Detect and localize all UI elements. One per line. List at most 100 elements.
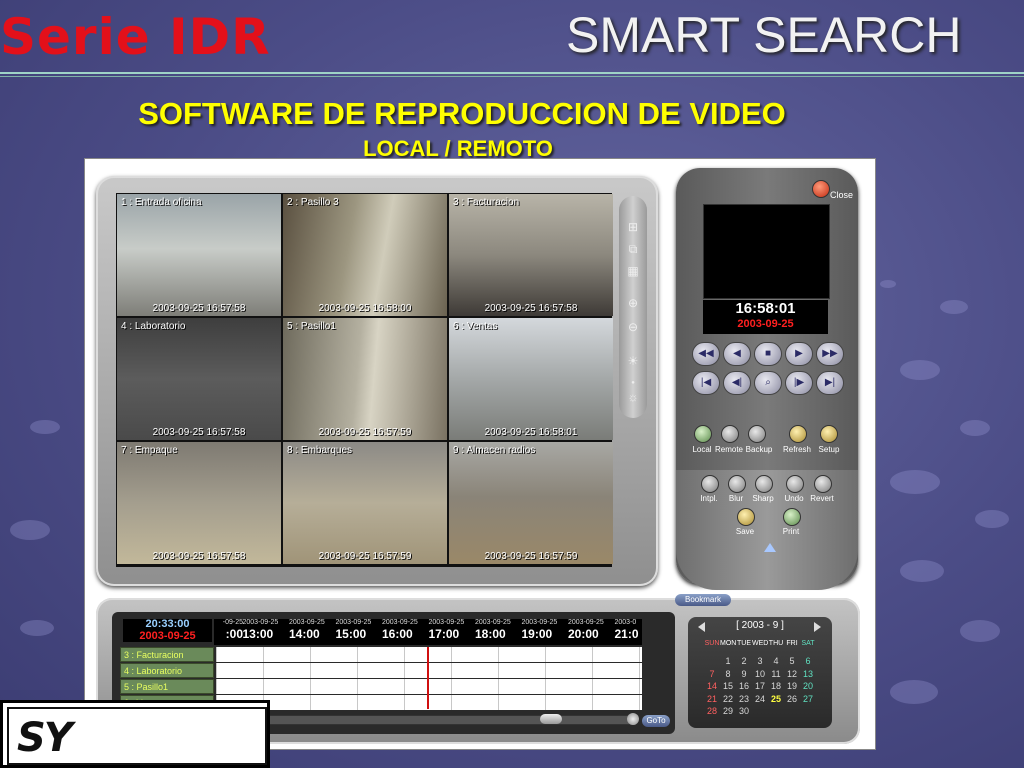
- timeline-channel-label[interactable]: 5 : Pasillo1: [120, 679, 214, 694]
- calendar-day[interactable]: 4: [768, 655, 784, 668]
- step-forward-button[interactable]: |▶: [785, 371, 813, 395]
- grid-layout-icon[interactable]: ⊞: [624, 218, 642, 236]
- camera-tile[interactable]: 6 : Ventas 2003-09-25 16:58:01: [449, 318, 613, 440]
- calendar-day[interactable]: 29: [720, 705, 736, 718]
- search-button[interactable]: ⌕: [754, 371, 782, 395]
- timeline-track[interactable]: [216, 679, 642, 694]
- bg-dot: [10, 520, 50, 540]
- remote-button[interactable]: [721, 425, 739, 443]
- scroll-right-button[interactable]: [627, 713, 639, 725]
- timeline-track[interactable]: [216, 695, 642, 710]
- calendar-day[interactable]: 18: [768, 680, 784, 693]
- go-to-end-button[interactable]: ▶|: [816, 371, 844, 395]
- calendar-day[interactable]: 8: [720, 668, 736, 681]
- quad-layout-icon[interactable]: ▦: [624, 262, 642, 280]
- camera-label: 6 : Ventas: [453, 321, 498, 332]
- timeline-hour-date: 2003-09-25: [568, 619, 604, 626]
- camera-feed-image: [283, 442, 447, 564]
- calendar-day[interactable]: 11: [768, 668, 784, 681]
- camera-tile[interactable]: 7 : Empaque 2003-09-25 16:57:58: [117, 442, 281, 564]
- calendar-day[interactable]: 28: [704, 705, 720, 718]
- step-back-button[interactable]: ◀|: [723, 371, 751, 395]
- timeline-row[interactable]: 3 : Facturacion: [120, 647, 642, 662]
- calendar-day: [800, 705, 816, 718]
- rewind-button[interactable]: ◀: [723, 342, 751, 366]
- calendar-day[interactable]: 17: [752, 680, 768, 693]
- sharp-button[interactable]: [755, 475, 773, 493]
- cascade-layout-icon[interactable]: ⧉: [624, 240, 642, 258]
- scrollbar-thumb[interactable]: [540, 714, 562, 724]
- stop-button[interactable]: ■: [754, 342, 782, 366]
- interpolate-button[interactable]: [701, 475, 719, 493]
- calendar-day[interactable]: 6: [800, 655, 816, 668]
- camera-tile[interactable]: 4 : Laboratorio 2003-09-25 16:57:58: [117, 318, 281, 440]
- timeline-clock: 20:33:00 2003-09-25: [123, 619, 212, 642]
- calendar-day[interactable]: 19: [784, 680, 800, 693]
- print-button[interactable]: [783, 508, 801, 526]
- timeline-row[interactable]: 4 : Laboratorio: [120, 663, 642, 678]
- brightness-down-icon[interactable]: ☼: [624, 388, 642, 406]
- calendar-day[interactable]: 10: [752, 668, 768, 681]
- calendar-day[interactable]: 1: [720, 655, 736, 668]
- expand-up-icon[interactable]: [764, 543, 776, 552]
- calendar-day[interactable]: 15: [720, 680, 736, 693]
- calendar-day[interactable]: 14: [704, 680, 720, 693]
- go-to-start-button[interactable]: |◀: [692, 371, 720, 395]
- backup-button[interactable]: [748, 425, 766, 443]
- blur-button[interactable]: [728, 475, 746, 493]
- timeline-scrollbar[interactable]: [218, 715, 638, 725]
- calendar-day[interactable]: 24: [752, 693, 768, 706]
- timeline-track[interactable]: [216, 647, 642, 662]
- calendar-day[interactable]: 13: [800, 668, 816, 681]
- local-button[interactable]: [694, 425, 712, 443]
- camera-tile[interactable]: 8 : Embarques 2003-09-25 16:57:59: [283, 442, 447, 564]
- calendar-day[interactable]: 27: [800, 693, 816, 706]
- zoom-in-icon[interactable]: ⊕: [624, 294, 642, 312]
- camera-tile[interactable]: 1 : Entrada oficina 2003-09-25 16:57:58: [117, 194, 281, 316]
- timeline-hour: 2003-09-25 13:00: [243, 619, 290, 641]
- revert-button[interactable]: [814, 475, 832, 493]
- calendar-day[interactable]: 12: [784, 668, 800, 681]
- timeline-hour-date: 2003-09-25: [242, 619, 279, 626]
- camera-tile[interactable]: 5 : Pasillo1 2003-09-25 16:57:59: [283, 318, 447, 440]
- camera-tile[interactable]: 3 : Facturacion 2003-09-25 16:57:58: [449, 194, 613, 316]
- undo-button[interactable]: [786, 475, 804, 493]
- setup-button[interactable]: [820, 425, 838, 443]
- timeline-hour-date: 2003-09-25: [335, 619, 372, 626]
- calendar-day[interactable]: 16: [736, 680, 752, 693]
- calendar-day[interactable]: 20: [800, 680, 816, 693]
- play-button[interactable]: ▶: [785, 342, 813, 366]
- timeline-hour: 2003-09-25 20:00: [568, 619, 615, 641]
- calendar-day[interactable]: 30: [736, 705, 752, 718]
- timeline-cursor[interactable]: [427, 647, 429, 709]
- calendar-day[interactable]: 9: [736, 668, 752, 681]
- camera-feed-image: [283, 318, 447, 440]
- calendar-day[interactable]: 2: [736, 655, 752, 668]
- camera-tile[interactable]: 9 : Almacen radios 2003-09-25 16:57:59: [449, 442, 613, 564]
- save-button[interactable]: [737, 508, 755, 526]
- setup-label: Setup: [818, 445, 840, 454]
- brightness-up-icon[interactable]: ☀: [624, 352, 642, 370]
- bg-dot: [940, 300, 968, 314]
- calendar-day[interactable]: 26: [784, 693, 800, 706]
- timeline-row[interactable]: 5 : Pasillo1: [120, 679, 642, 694]
- fast-forward-button[interactable]: ▶▶: [816, 342, 844, 366]
- calendar-day[interactable]: 5: [784, 655, 800, 668]
- calendar-day[interactable]: 22: [720, 693, 736, 706]
- print-label: Print: [782, 527, 800, 536]
- bookmark-button[interactable]: Bookmark: [675, 594, 731, 606]
- close-button[interactable]: [812, 180, 830, 198]
- calendar-day[interactable]: 3: [752, 655, 768, 668]
- fast-rewind-button[interactable]: ◀◀: [692, 342, 720, 366]
- calendar-day[interactable]: 21: [704, 693, 720, 706]
- timeline-channel-label[interactable]: 3 : Facturacion: [120, 647, 214, 662]
- calendar-day[interactable]: 23: [736, 693, 752, 706]
- goto-button[interactable]: GoTo: [642, 715, 670, 727]
- refresh-button[interactable]: [789, 425, 807, 443]
- calendar-day[interactable]: 25: [768, 693, 784, 706]
- timeline-channel-label[interactable]: 4 : Laboratorio: [120, 663, 214, 678]
- camera-tile[interactable]: 2 : Pasillo 3 2003-09-25 16:58:00: [283, 194, 447, 316]
- calendar-day[interactable]: 7: [704, 668, 720, 681]
- timeline-track[interactable]: [216, 663, 642, 678]
- zoom-out-icon[interactable]: ⊖: [624, 318, 642, 336]
